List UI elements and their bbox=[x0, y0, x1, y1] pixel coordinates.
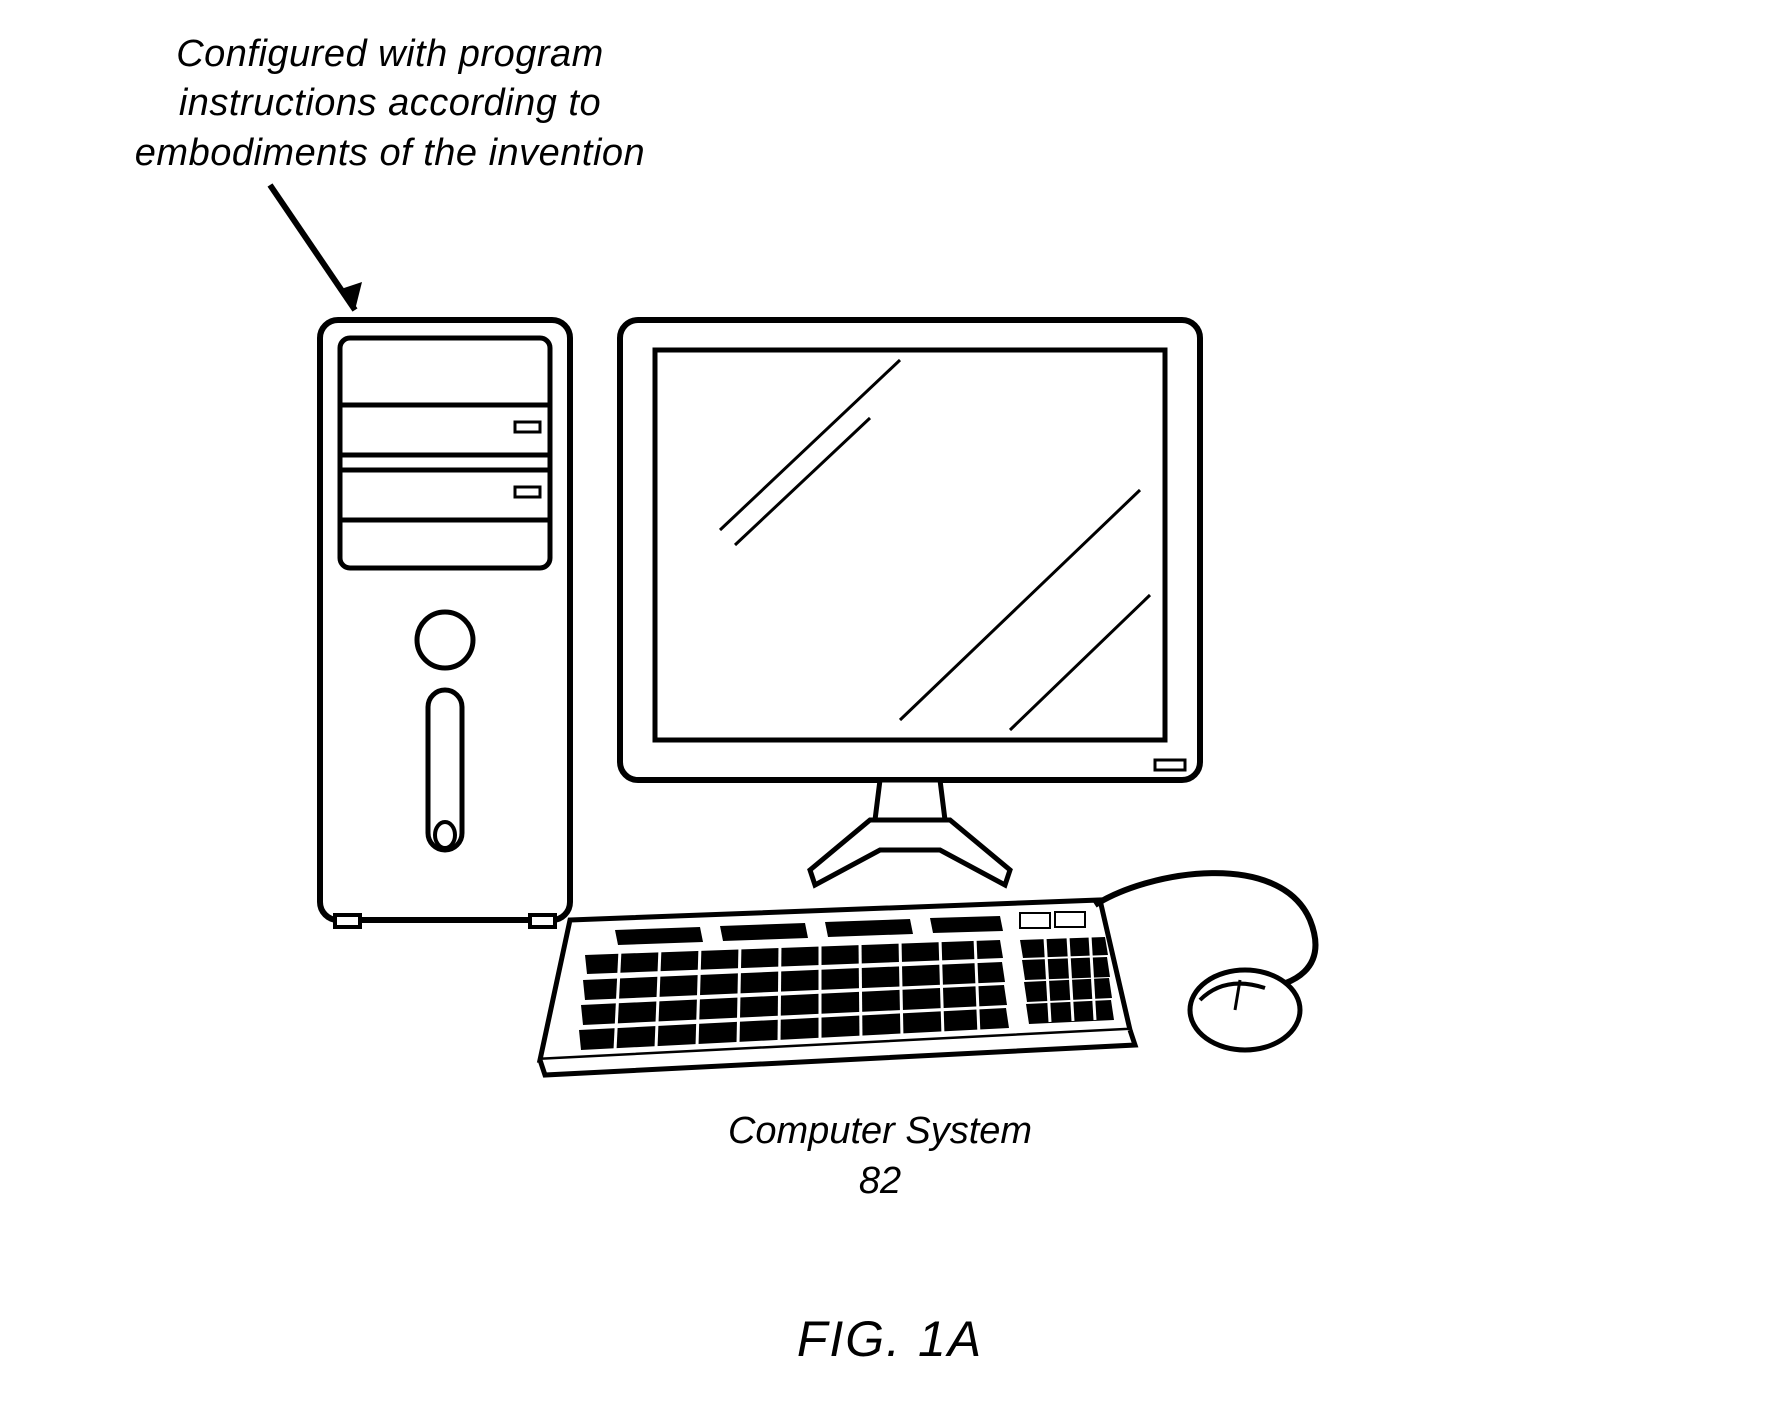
monitor-icon bbox=[620, 320, 1200, 885]
keyboard-icon bbox=[540, 900, 1135, 1075]
computer-tower-icon bbox=[320, 320, 570, 927]
figure-label: FIG. 1A bbox=[770, 1310, 1010, 1368]
diagram-svg bbox=[0, 0, 1782, 1421]
caption-label: Computer System bbox=[680, 1110, 1080, 1153]
caption-number: 82 bbox=[840, 1160, 920, 1203]
pointer-arrow-icon bbox=[270, 185, 362, 310]
